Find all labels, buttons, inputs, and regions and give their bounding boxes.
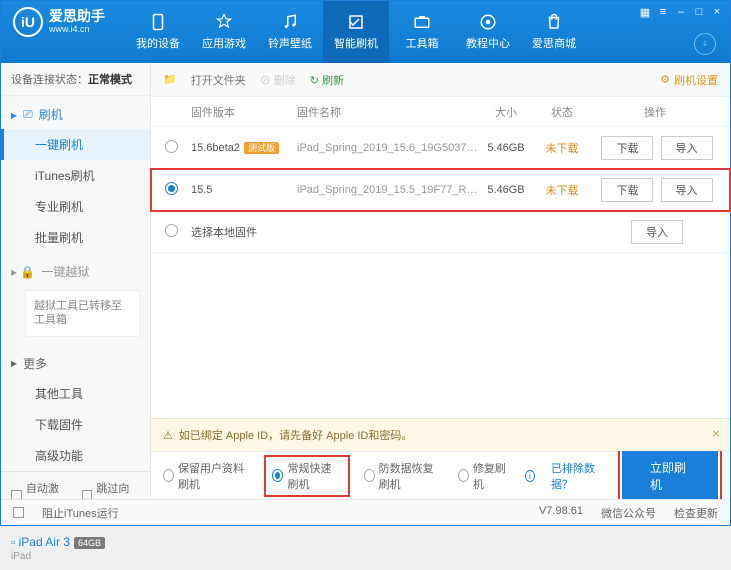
download-manager-icon[interactable] xyxy=(694,33,716,55)
close-icon[interactable]: × xyxy=(710,5,724,19)
delete-button[interactable]: ⊘ 删除 xyxy=(260,72,296,88)
info-icon[interactable]: i xyxy=(525,470,535,482)
logo-icon: iU xyxy=(13,7,43,37)
opt-normal-flash[interactable]: 常规快速刷机 xyxy=(266,457,347,495)
beta-tag: 测试版 xyxy=(244,142,279,154)
opt-anti-recovery[interactable]: 防数据恢复刷机 xyxy=(364,460,442,492)
close-warning-icon[interactable]: × xyxy=(712,425,720,441)
nav-ringtones[interactable]: 铃声壁纸 xyxy=(257,1,323,63)
exclude-data-link[interactable]: 已排除数据？ xyxy=(551,460,606,492)
local-firmware-row[interactable]: 选择本地固件 导入 xyxy=(151,211,730,253)
radio-icon[interactable] xyxy=(165,140,178,153)
nav-store[interactable]: 爱思商城 xyxy=(521,1,587,63)
nav-tutorials[interactable]: 教程中心 xyxy=(455,1,521,63)
radio-icon[interactable] xyxy=(165,224,178,237)
version-label: V7.98.61 xyxy=(539,505,583,521)
main-nav: 我的设备 应用游戏 铃声壁纸 智能刷机 工具箱 教程中心 爱思商城 xyxy=(125,1,587,63)
sidebar: 设备连接状态：正常模式 ▸ ⎚ 刷机 一键刷机 iTunes刷机 专业刷机 批量… xyxy=(1,63,151,499)
flash-settings-button[interactable]: ⚙ 刷机设置 xyxy=(660,72,718,88)
wechat-link[interactable]: 微信公众号 xyxy=(601,505,656,521)
table-header: 固件版本 固件名称 大小 状态 操作 xyxy=(151,97,730,127)
device-info[interactable]: ▫ iPad Air 364GB iPad xyxy=(1,526,150,570)
nav-toolbox[interactable]: 工具箱 xyxy=(389,1,455,63)
sidebar-item-oneclick[interactable]: 一键刷机 xyxy=(1,129,150,160)
firmware-row-selected[interactable]: 15.5 iPad_Spring_2019_15.5_19F77_Restore… xyxy=(151,169,730,211)
open-folder-button[interactable]: 打开文件夹 xyxy=(191,72,246,88)
toolbar: 📁 打开文件夹 ⊘ 删除 ↻ 刷新 ⚙ 刷机设置 xyxy=(151,63,730,97)
warning-bar: ⚠ 如已绑定 Apple ID，请先备好 Apple ID和密码。 × xyxy=(151,418,730,451)
firmware-row[interactable]: 15.6beta2测试版 iPad_Spring_2019_15.6_19G50… xyxy=(151,127,730,169)
checkbox-block-itunes[interactable] xyxy=(13,507,24,518)
jailbreak-note: 越狱工具已转移至工具箱 xyxy=(25,290,140,337)
maximize-icon[interactable]: □ xyxy=(692,5,706,19)
sidebar-item-other-tools[interactable]: 其他工具 xyxy=(1,378,150,409)
radio-icon[interactable] xyxy=(165,182,178,195)
app-url: www.i4.cn xyxy=(49,25,105,35)
sidebar-head-jailbreak[interactable]: ▸ 🔒 一键越狱 xyxy=(1,257,150,286)
download-button[interactable]: 下载 xyxy=(601,136,653,160)
import-button[interactable]: 导入 xyxy=(631,220,683,244)
block-itunes-label: 阻止iTunes运行 xyxy=(42,505,119,521)
folder-icon: 📁 xyxy=(163,73,177,86)
refresh-button[interactable]: ↻ 刷新 xyxy=(310,72,344,88)
connection-status: 设备连接状态：正常模式 xyxy=(1,63,150,96)
import-button[interactable]: 导入 xyxy=(661,178,713,202)
nav-flash[interactable]: 智能刷机 xyxy=(323,1,389,63)
nav-apps[interactable]: 应用游戏 xyxy=(191,1,257,63)
flash-now-button[interactable]: 立即刷机 xyxy=(622,451,718,501)
sidebar-item-pro[interactable]: 专业刷机 xyxy=(1,191,150,222)
sidebar-item-itunes[interactable]: iTunes刷机 xyxy=(1,160,150,191)
app-title: 爱思助手 xyxy=(49,9,105,24)
opt-repair[interactable]: 修复刷机 xyxy=(458,460,509,492)
menu-icon[interactable]: ▦ xyxy=(638,5,652,19)
flash-options: 保留用户资料刷机 常规快速刷机 防数据恢复刷机 修复刷机 i 已排除数据？ 立即… xyxy=(151,451,730,499)
settings-icon[interactable]: ≡ xyxy=(656,5,670,19)
window-controls: ▦ ≡ – □ × xyxy=(638,5,724,19)
logo: iU 爱思助手 www.i4.cn xyxy=(1,1,115,37)
sidebar-item-download-fw[interactable]: 下载固件 xyxy=(1,409,150,440)
download-button[interactable]: 下载 xyxy=(601,178,653,202)
sidebar-head-flash[interactable]: ▸ ⎚ 刷机 xyxy=(1,100,150,129)
opt-keep-data[interactable]: 保留用户资料刷机 xyxy=(163,460,250,492)
statusbar: 阻止iTunes运行 V7.98.61 微信公众号 检查更新 xyxy=(1,499,730,525)
sidebar-item-advanced[interactable]: 高级功能 xyxy=(1,440,150,471)
main-panel: 📁 打开文件夹 ⊘ 删除 ↻ 刷新 ⚙ 刷机设置 固件版本 固件名称 大小 状态… xyxy=(151,63,730,499)
import-button[interactable]: 导入 xyxy=(661,136,713,160)
sidebar-head-more[interactable]: ▸ 更多 xyxy=(1,349,150,378)
minimize-icon[interactable]: – xyxy=(674,5,688,19)
warning-icon: ⚠ xyxy=(163,429,173,442)
titlebar: iU 爱思助手 www.i4.cn 我的设备 应用游戏 铃声壁纸 智能刷机 工具… xyxy=(1,1,730,63)
nav-my-device[interactable]: 我的设备 xyxy=(125,1,191,63)
sidebar-item-batch[interactable]: 批量刷机 xyxy=(1,222,150,253)
check-update-link[interactable]: 检查更新 xyxy=(674,505,718,521)
